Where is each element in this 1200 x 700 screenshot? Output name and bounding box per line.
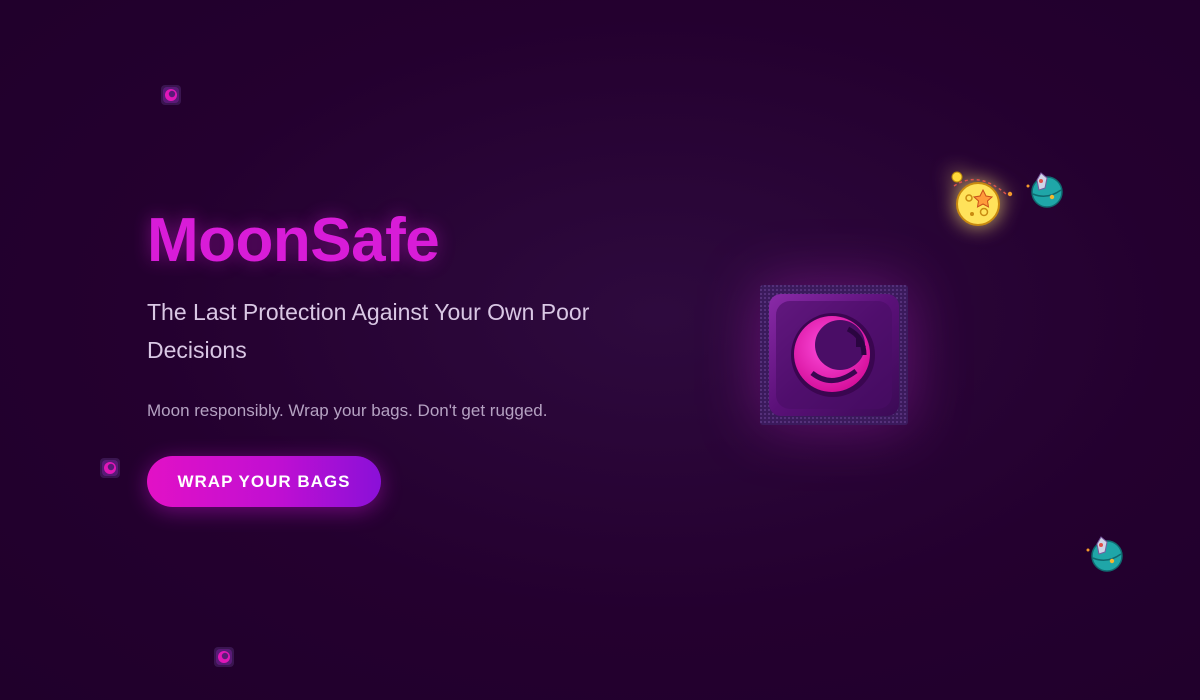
mini-condom-packet-icon (99, 457, 121, 484)
tagline: The Last Protection Against Your Own Poo… (147, 299, 590, 363)
planet-rocket-icon (1084, 534, 1126, 579)
condom-packet-icon (760, 285, 908, 425)
mini-condom-packet-icon (160, 84, 182, 111)
site-title: MoonSafe (147, 206, 440, 275)
mini-condom-packet-icon (213, 646, 235, 673)
wrap-your-bags-button[interactable]: WRAP YOUR BAGS (147, 456, 381, 507)
hero-section: MoonSafe The Last Protection Against You… (147, 205, 667, 507)
moon-icon (946, 168, 1016, 237)
subtext: Moon responsibly. Wrap your bags. Don't … (147, 401, 548, 420)
planet-rocket-icon (1024, 170, 1066, 215)
